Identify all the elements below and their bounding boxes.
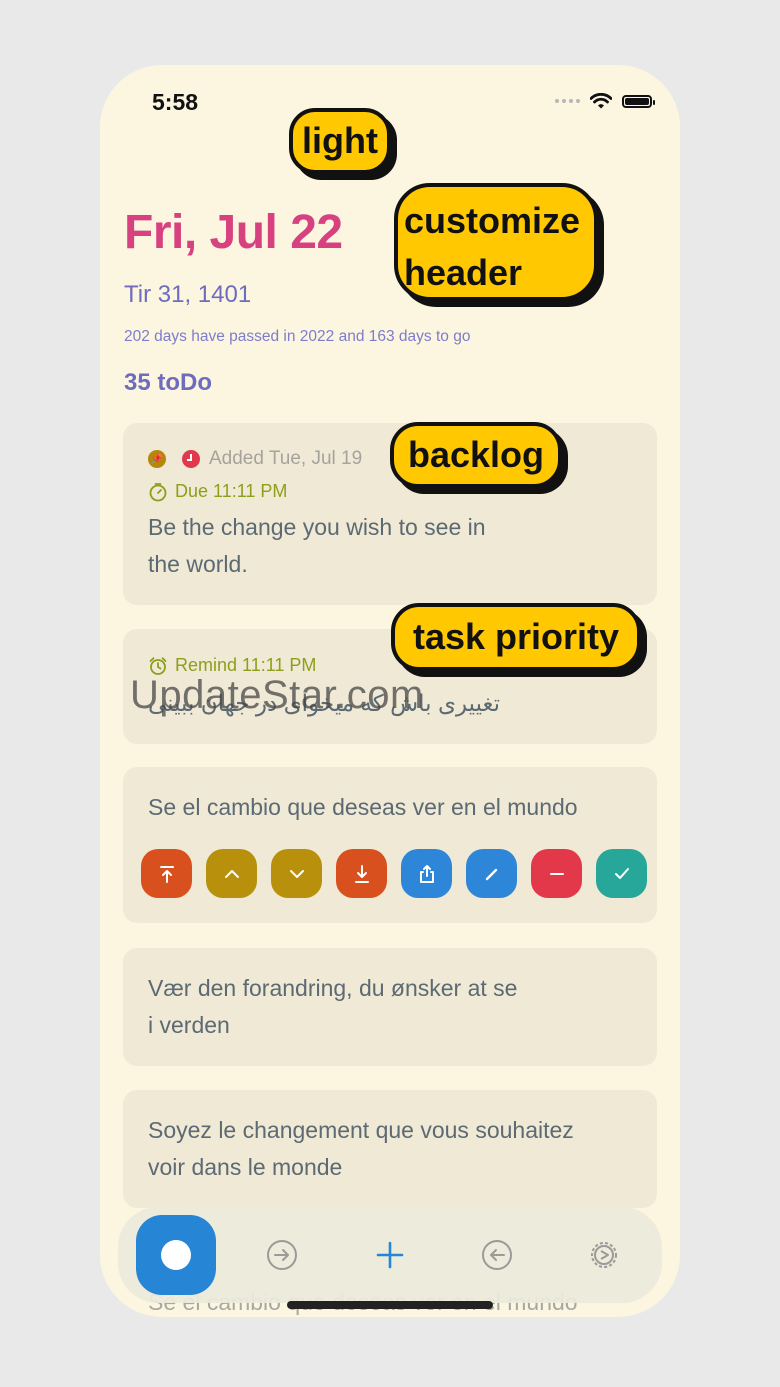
- wifi-icon: [590, 93, 612, 109]
- chevron-up-icon: [224, 869, 239, 878]
- move-to-top-button[interactable]: [141, 849, 192, 898]
- promo-tag-text: backlog: [407, 434, 545, 475]
- chevron-down-button[interactable]: [271, 849, 322, 898]
- settings-icon[interactable]: [586, 1237, 622, 1273]
- chevron-down-icon: [289, 869, 304, 878]
- chevron-up-button[interactable]: [206, 849, 257, 898]
- move-to-top-icon: [159, 865, 174, 883]
- promo-tag-text: light: [302, 120, 378, 161]
- battery-icon: [622, 94, 655, 108]
- edit-icon: [485, 868, 497, 880]
- plus-icon[interactable]: [372, 1237, 408, 1273]
- task-text-line: Vær den forandring, du ønsker at se: [148, 975, 518, 1001]
- task-card[interactable]: Vær den forandring, du ønsker at se i ve…: [123, 948, 657, 1066]
- task-card-selected[interactable]: Se el cambio que deseas ver en el mundo: [123, 767, 657, 923]
- watermark: UpdateStar.com: [130, 673, 424, 717]
- task-text-line: the world.: [148, 551, 248, 577]
- delete-button[interactable]: [531, 849, 582, 898]
- share-icon: [419, 864, 434, 883]
- timer-icon: [149, 482, 167, 501]
- status-time: 5:58: [152, 89, 199, 115]
- share-button[interactable]: [401, 849, 452, 898]
- promo-tag-light: light: [289, 108, 391, 174]
- promo-tag-customize-header: customize header: [394, 183, 598, 301]
- promo-tag-text: customize: [404, 200, 581, 241]
- task-text-line: Be the change you wish to see in: [148, 514, 486, 540]
- year-progress-text: 202 days have passed in 2022 and 163 day…: [124, 328, 471, 345]
- record-icon: [161, 1240, 191, 1270]
- task-text: Be the change you wish to see in the wor…: [148, 509, 486, 583]
- page-title: Fri, Jul 22: [124, 206, 343, 259]
- task-text-line: i verden: [148, 1012, 230, 1038]
- promo-tag-backlog: backlog: [390, 422, 562, 488]
- record-button[interactable]: [136, 1215, 216, 1295]
- task-text: Vær den forandring, du ønsker at se i ve…: [148, 970, 517, 1044]
- edit-button[interactable]: [466, 849, 517, 898]
- bottom-toolbar: [118, 1207, 662, 1303]
- task-text: Soyez le changement que vous souhaitez v…: [148, 1112, 574, 1186]
- check-button[interactable]: [596, 849, 647, 898]
- todo-count: 35 toDo: [124, 369, 213, 396]
- cellular-icon: [555, 99, 580, 103]
- back-circle-icon[interactable]: [479, 1237, 515, 1273]
- promo-tag-task-priority: task priority: [391, 603, 641, 671]
- pin-icon: 📌: [148, 450, 166, 468]
- check-icon: [614, 867, 629, 879]
- due-row: Due 11:11 PM: [148, 481, 287, 502]
- home-indicator: [287, 1301, 493, 1309]
- promo-tag-text: header: [404, 252, 523, 293]
- move-to-bottom-icon: [354, 864, 369, 883]
- task-meta: 📌 Added Tue, Jul 19: [148, 448, 362, 470]
- promo-tag-text: task priority: [412, 616, 620, 657]
- task-text: Se el cambio que deseas ver en el mundo: [148, 794, 578, 820]
- move-to-bottom-button[interactable]: [336, 849, 387, 898]
- task-actions: [141, 849, 647, 898]
- added-date: Added Tue, Jul 19: [209, 448, 363, 469]
- task-card[interactable]: Soyez le changement que vous souhaitez v…: [123, 1090, 657, 1208]
- status-icons: [555, 93, 655, 109]
- forward-circle-icon[interactable]: [264, 1237, 300, 1273]
- alternate-calendar-date: Tir 31, 1401: [124, 281, 252, 308]
- delete-icon: [549, 872, 564, 875]
- clock-icon: [182, 450, 200, 468]
- due-time: Due 11:11 PM: [175, 481, 288, 501]
- task-text-line: Soyez le changement que vous souhaitez: [148, 1117, 574, 1143]
- task-text-line: voir dans le monde: [148, 1154, 343, 1180]
